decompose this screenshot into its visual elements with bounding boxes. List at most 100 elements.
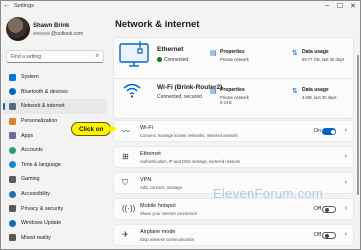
data-usage-subtitle: 3 MB, last 30 days <box>302 95 337 100</box>
data-usage-title: Data usage <box>302 49 329 55</box>
sidebar-item-network[interactable]: Network & internet <box>3 99 107 114</box>
wifi-data-usage[interactable]: ⇅ Data usage 3 MB, last 30 days <box>292 84 340 112</box>
close-icon[interactable]: ✕ <box>348 2 358 10</box>
gamepad-icon <box>9 175 16 183</box>
update-icon <box>9 219 16 227</box>
row-title: VPN <box>140 177 152 183</box>
sidebar-item-label: Accessibility <box>21 191 50 198</box>
sidebar-item-label: Apps <box>21 132 34 139</box>
row-description: Share your internet connection <box>140 211 198 216</box>
search-input[interactable]: Find a setting ⌕ <box>6 50 104 63</box>
row-description: Connect, manage known networks, metered … <box>140 133 238 138</box>
data-usage-icon: ⇅ <box>292 88 298 95</box>
callout-arrow <box>110 125 117 133</box>
row-description: Authentication, IP and DNS settings, met… <box>140 159 241 164</box>
airplane-mode-row[interactable]: ✈ Airplane mode Stop wireless communicat… <box>113 224 354 246</box>
mobile-hotspot-toggle[interactable] <box>322 206 336 213</box>
profile-email: @outlook.com <box>33 31 83 37</box>
sidebar-item-label: Personalization <box>21 118 58 125</box>
headset-icon <box>9 234 16 242</box>
wifi-signal-icon <box>123 83 141 98</box>
sidebar-item-label: Mixed reality <box>21 234 51 241</box>
bluetooth-icon <box>9 88 16 96</box>
row-description: Stop wireless communication <box>140 237 195 242</box>
properties-subtitle: Private network <box>220 57 249 62</box>
chevron-right-icon: › <box>344 205 347 212</box>
properties-title: Properties <box>220 87 245 93</box>
brush-icon <box>9 117 16 125</box>
scrollbar[interactable] <box>357 55 359 195</box>
data-usage-icon: ⇅ <box>292 50 298 57</box>
sidebar-item-time-language[interactable]: Time & language <box>3 158 107 173</box>
chevron-right-icon: › <box>344 153 347 160</box>
ethernet-monitor-icon <box>119 41 149 67</box>
connected-dot-icon <box>157 57 162 62</box>
minimize-icon[interactable]: – <box>322 2 332 9</box>
maximize-icon[interactable]: ☐ <box>335 2 345 10</box>
wifi-properties[interactable]: ▤ Properties Private network 5 GHz <box>210 84 258 112</box>
wifi-icon: 〰 <box>122 127 130 136</box>
ethernet-status: Connected <box>164 57 189 63</box>
wifi-toggle[interactable] <box>322 128 336 135</box>
back-arrow-icon[interactable]: ← <box>3 2 10 9</box>
chevron-right-icon: › <box>344 231 347 238</box>
callout-text: Click on <box>79 126 104 133</box>
toggle-state-label: Off <box>314 232 321 238</box>
sidebar-item-label: Network & internet <box>21 103 65 110</box>
card-divider <box>113 78 354 79</box>
properties-icon: ▤ <box>210 88 217 95</box>
row-title: Airplane mode <box>140 229 176 235</box>
ethernet-row[interactable]: ⊞ Ethernet Authentication, IP and DNS se… <box>113 146 354 168</box>
sidebar-item-label: Gaming <box>21 176 40 183</box>
toggle-knob <box>324 234 329 238</box>
email-redaction <box>33 32 50 36</box>
sidebar-item-system[interactable]: System <box>3 70 107 85</box>
system-icon <box>9 73 16 81</box>
sidebar-item-privacy[interactable]: Privacy & security <box>3 201 107 216</box>
title-bar: ← Settings – ☐ ✕ <box>0 0 361 14</box>
apps-icon <box>9 132 16 140</box>
wifi-row[interactable]: 〰 Wi-Fi Connect, manage known networks, … <box>113 120 354 142</box>
sidebar-item-label: Privacy & security <box>21 205 64 212</box>
profile-name: Shawn Brink <box>33 23 70 29</box>
wifi-status: Connected, secured <box>157 94 202 100</box>
row-description: Add, connect, manage <box>140 185 182 190</box>
data-usage-title: Data usage <box>302 87 329 93</box>
airplane-mode-toggle[interactable] <box>322 232 336 239</box>
sidebar-item-windows-update[interactable]: Windows Update <box>3 216 107 231</box>
sidebar-item-label: System <box>21 74 39 81</box>
sidebar-item-label: Time & language <box>21 161 61 168</box>
ethernet-properties[interactable]: ▤ Properties Private network <box>210 46 258 74</box>
vpn-shield-icon: ⛉ <box>122 178 128 187</box>
sidebar-item-accounts[interactable]: Accounts <box>3 143 107 158</box>
watermark: ElevenForum.com <box>213 186 323 201</box>
sidebar-item-mixed-reality[interactable]: Mixed reality <box>3 231 107 246</box>
mobile-hotspot-row[interactable]: ((·)) Mobile hotspot Share your internet… <box>113 198 354 220</box>
sidebar-item-gaming[interactable]: Gaming <box>3 172 107 187</box>
sidebar-item-accessibility[interactable]: Accessibility <box>3 187 107 202</box>
toggle-knob <box>330 129 335 134</box>
ethernet-name: Ethernet <box>157 46 184 53</box>
row-title: Mobile hotspot <box>140 203 176 209</box>
hotspot-icon: ((·)) <box>122 204 136 213</box>
row-title: Wi-Fi <box>140 125 153 131</box>
chevron-right-icon: › <box>344 127 347 134</box>
sidebar-item-bluetooth[interactable]: Bluetooth & devices <box>3 85 107 100</box>
sidebar-item-label: Windows Update <box>21 220 62 227</box>
click-on-callout: Click on <box>71 122 111 136</box>
accessibility-icon <box>9 190 16 198</box>
row-title: Ethernet <box>140 151 161 157</box>
search-icon: ⌕ <box>95 53 99 59</box>
toggle-state-label: Off <box>314 206 321 212</box>
search-placeholder: Find a setting <box>11 54 42 60</box>
avatar[interactable] <box>6 17 30 41</box>
properties-icon: ▤ <box>210 50 217 57</box>
properties-title: Properties <box>220 49 245 55</box>
toggle-state-label: On <box>313 128 321 134</box>
toggle-knob <box>324 208 329 212</box>
account-icon <box>9 146 16 154</box>
ethernet-data-usage[interactable]: ⇅ Data usage 59.77 GB, last 30 days <box>292 46 344 74</box>
ethernet-icon: ⊞ <box>122 152 129 161</box>
window-title: Settings <box>14 3 34 9</box>
data-usage-subtitle: 59.77 GB, last 30 days <box>302 57 345 62</box>
